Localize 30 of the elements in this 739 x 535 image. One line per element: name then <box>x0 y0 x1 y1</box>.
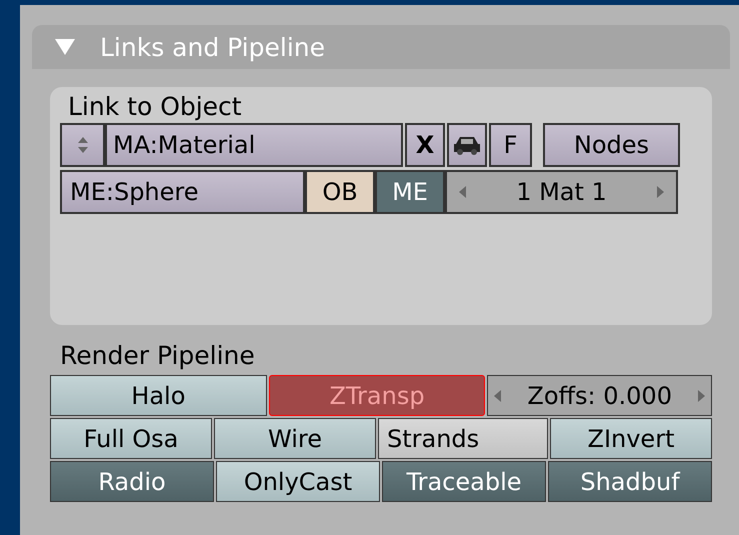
mesh-name-field[interactable]: ME:Sphere <box>60 170 305 214</box>
material-index-field[interactable]: 1 Mat 1 <box>445 170 678 214</box>
toggle-button[interactable]: Halo <box>50 375 267 416</box>
car-icon <box>453 134 481 156</box>
link-toggle-tab[interactable]: OB <box>305 170 375 214</box>
toggle-button[interactable]: Shadbuf <box>548 461 712 502</box>
toggle-button[interactable]: Full Osa <box>50 418 212 459</box>
increment-arrow-icon[interactable] <box>697 388 707 402</box>
unlink-button[interactable]: X <box>405 123 445 167</box>
section-label: Render Pipeline <box>59 340 256 372</box>
browse-button[interactable] <box>60 123 105 167</box>
nodes-button[interactable]: Nodes <box>543 123 680 167</box>
panel-title: Links and Pipeline <box>100 32 325 62</box>
decrement-arrow-icon[interactable] <box>492 388 502 402</box>
toggle-button[interactable]: Traceable <box>382 461 546 502</box>
toggle-button[interactable]: Wire <box>214 418 376 459</box>
collapse-triangle-icon[interactable] <box>54 38 76 56</box>
fake-user-button[interactable] <box>447 123 487 167</box>
decrement-arrow-icon[interactable] <box>457 185 467 199</box>
strands-button[interactable]: Strands <box>378 418 548 459</box>
toggle-button[interactable]: Radio <box>50 461 214 502</box>
section-label: Link to Object <box>67 91 243 123</box>
toggle-button[interactable]: OnlyCast <box>216 461 380 502</box>
material-name-field[interactable]: MA:Material <box>105 123 403 167</box>
toggle-button[interactable]: ZInvert <box>550 418 712 459</box>
increment-arrow-icon[interactable] <box>656 185 666 199</box>
up-down-arrows-icon <box>76 135 90 155</box>
number-field[interactable]: Zoffs: 0.000 <box>487 375 712 416</box>
link-toggle-tab[interactable]: ME <box>375 170 445 214</box>
f-button[interactable]: F <box>489 123 532 167</box>
